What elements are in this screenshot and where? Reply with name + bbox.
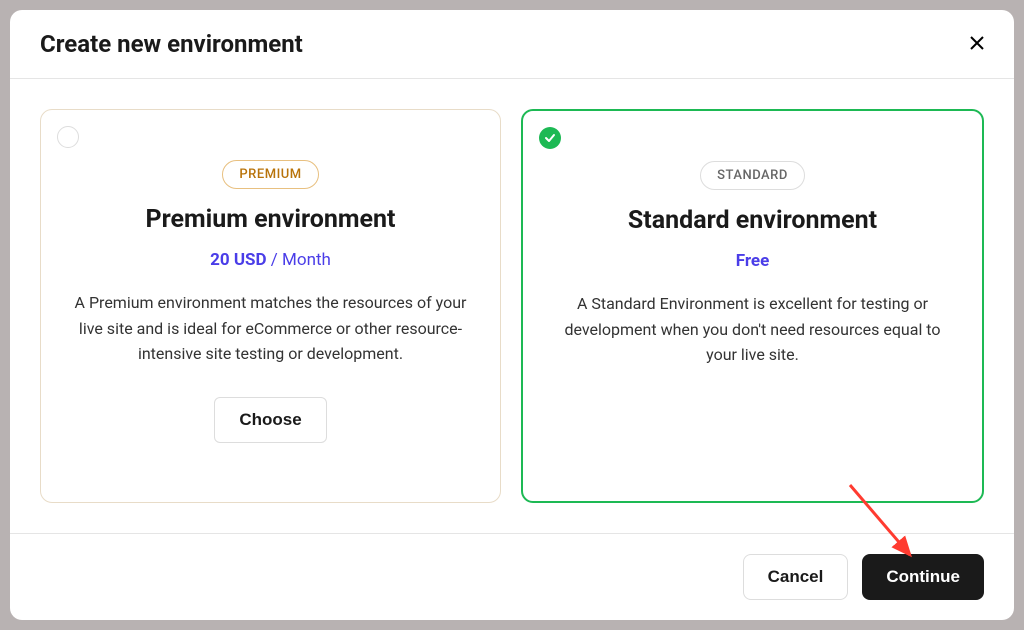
standard-badge: STANDARD [700,161,805,190]
radio-unchecked-icon[interactable] [57,126,79,148]
premium-price-period: / Month [267,250,331,270]
standard-plan-title: Standard environment [543,206,962,235]
choose-premium-button[interactable]: Choose [214,397,326,443]
premium-price-amount: 20 USD [210,250,266,270]
standard-price-amount: Free [736,251,770,271]
premium-plan-description: A Premium environment matches the resour… [61,290,480,367]
standard-plan-description: A Standard Environment is excellent for … [543,291,962,368]
standard-plan-price: Free [543,251,962,271]
plan-card-standard[interactable]: STANDARD Standard environment Free A Sta… [521,109,984,503]
modal-footer: Cancel Continue [10,533,1014,620]
create-environment-modal: Create new environment PREMIUM Premium e… [10,10,1014,620]
premium-plan-title: Premium environment [61,205,480,234]
radio-checked-icon[interactable] [539,127,561,149]
modal-title: Create new environment [40,30,303,58]
plan-card-premium[interactable]: PREMIUM Premium environment 20 USD / Mon… [40,109,501,503]
continue-button[interactable]: Continue [862,554,984,600]
modal-body: PREMIUM Premium environment 20 USD / Mon… [10,79,1014,533]
close-icon[interactable] [970,34,984,55]
premium-plan-price: 20 USD / Month [61,250,480,270]
premium-badge: PREMIUM [222,160,318,189]
cancel-button[interactable]: Cancel [743,554,849,600]
modal-header: Create new environment [10,10,1014,79]
